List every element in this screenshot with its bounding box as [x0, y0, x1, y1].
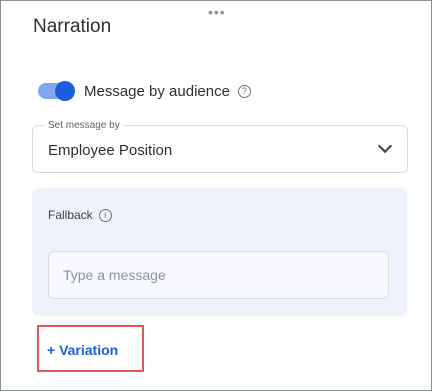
fallback-label: Fallback	[48, 208, 93, 222]
info-circle-icon[interactable]: i	[98, 208, 112, 222]
add-variation-button[interactable]: + Variation	[47, 342, 118, 358]
message-by-audience-label: Message by audience	[84, 82, 230, 100]
message-by-audience-row: Message by audience ?	[38, 80, 251, 102]
message-by-audience-toggle[interactable]	[38, 81, 75, 101]
set-message-by-value: Employee Position	[48, 142, 173, 159]
question-circle-icon[interactable]: ?	[237, 84, 251, 98]
drag-handle[interactable]: •••	[208, 5, 226, 19]
chevron-down-icon	[377, 138, 393, 154]
panel-title: Narration	[33, 16, 112, 37]
toggle-knob	[55, 81, 75, 101]
fallback-label-row: Fallback i	[48, 208, 112, 222]
narration-panel: ••• Narration Message by audience ? Set …	[0, 0, 432, 391]
set-message-by-select[interactable]: Set message by Employee Position	[32, 120, 408, 173]
fallback-panel: Fallback i	[32, 188, 407, 316]
set-message-by-caption: Set message by	[45, 120, 123, 131]
fallback-message-input[interactable]	[48, 251, 389, 299]
